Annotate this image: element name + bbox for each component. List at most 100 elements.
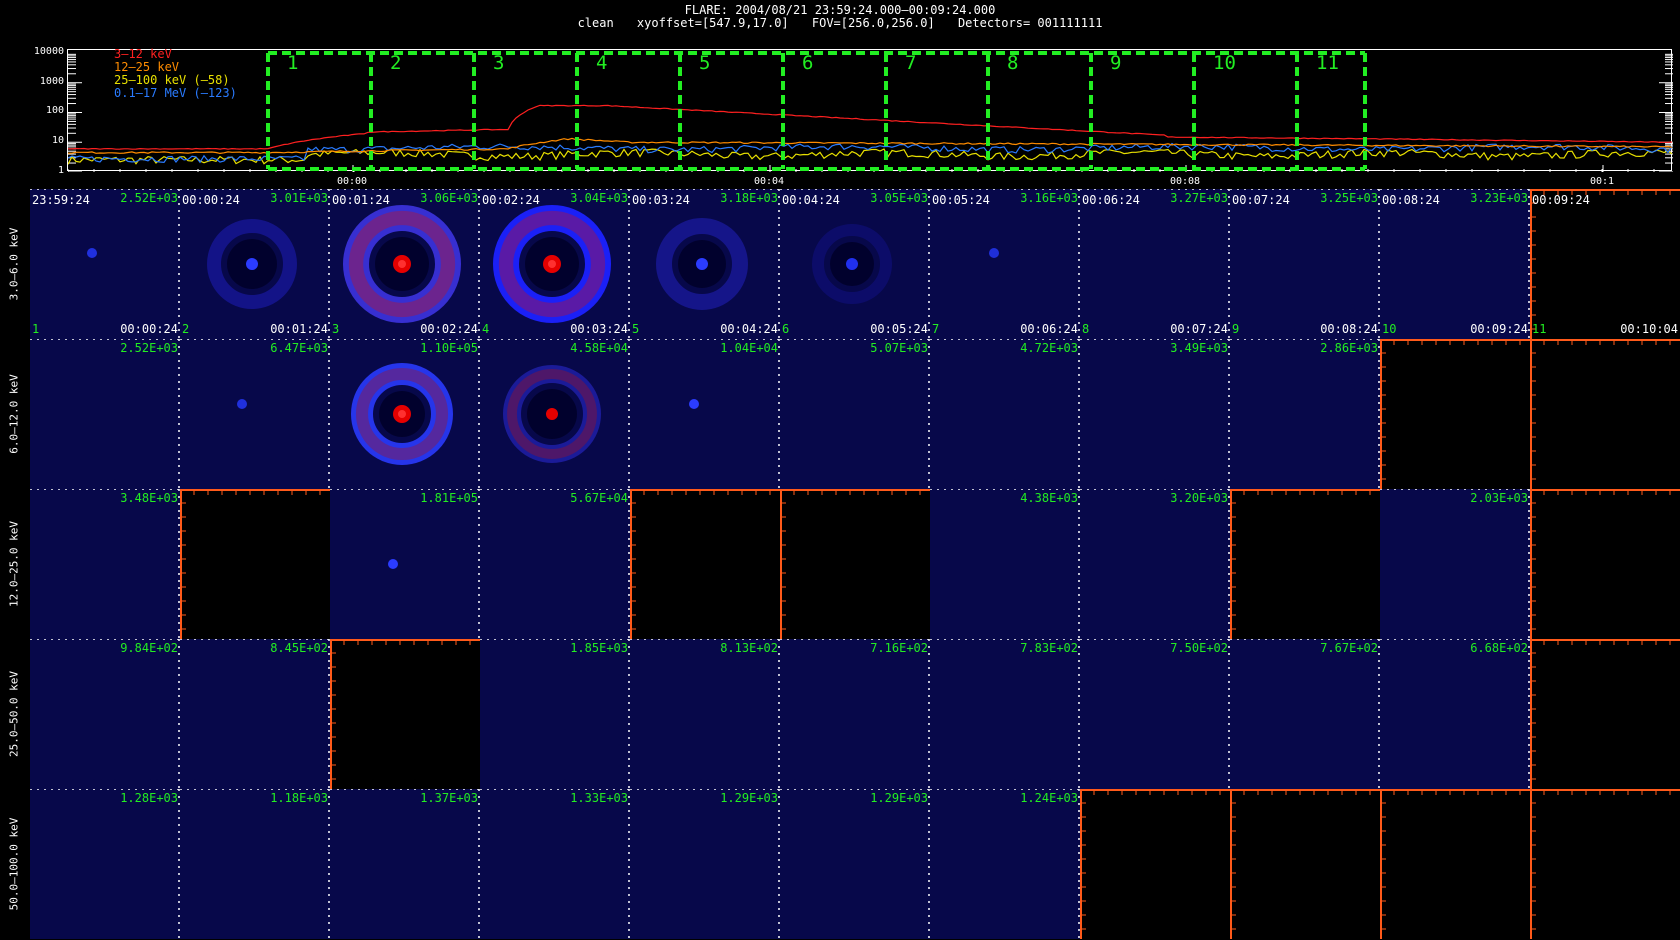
empty-image-panel[interactable]: 00:09:24 00:10:04 11 [1530,189,1680,339]
image-panel[interactable]: 7.83E+02 [930,639,1080,789]
image-panel[interactable]: 1.28E+03 [30,789,180,939]
interval-index: 7 [932,322,940,336]
image-canvas [180,639,330,788]
image-canvas [330,339,480,488]
interval-end-time: 00:06:24 [1020,322,1078,336]
image-panel[interactable]: 00:08:24 00:09:24 10 3.23E+03 [1380,189,1530,339]
energy-band-text: 6.0—12.0 keV [7,374,21,454]
empty-image-panel[interactable] [630,489,780,639]
image-panel[interactable]: 4.72E+03 [930,339,1080,489]
image-panel[interactable]: 8.45E+02 [180,639,330,789]
image-panel[interactable]: 5.07E+03 [780,339,930,489]
interval-number: 4 [596,52,608,74]
image-panel[interactable]: 5.67E+04 [480,489,630,639]
image-panel[interactable]: 1.33E+03 [480,789,630,939]
image-panel[interactable]: 1.04E+04 [630,339,780,489]
empty-image-panel[interactable] [1530,339,1680,489]
image-panel[interactable]: 2.52E+03 [30,339,180,489]
image-panel[interactable]: 3.20E+03 [1080,489,1230,639]
image-panel[interactable]: 00:00:24 00:01:24 2 3.01E+03 [180,189,330,339]
image-panel[interactable]: 4.58E+04 [480,339,630,489]
image-panel[interactable]: 00:02:24 00:03:24 4 3.04E+03 [480,189,630,339]
empty-image-panel[interactable] [1530,489,1680,639]
image-canvas [480,489,630,638]
peak-flux-label: 2.86E+03 [1320,341,1378,355]
image-panel[interactable]: 00:05:24 00:06:24 7 3.16E+03 [930,189,1080,339]
image-panel[interactable]: 3.49E+03 [1080,339,1230,489]
image-panel[interactable]: 00:04:24 00:05:24 6 3.05E+03 [780,189,930,339]
point-source [87,248,97,258]
image-panel[interactable]: 7.50E+02 [1080,639,1230,789]
image-canvas [1380,339,1530,489]
image-canvas [180,789,330,938]
image-panel[interactable]: 2.86E+03 [1230,339,1380,489]
image-canvas [1530,489,1680,639]
image-panel[interactable]: 1.18E+03 [180,789,330,939]
image-panel[interactable]: 8.13E+02 [630,639,780,789]
interval-start-time: 00:00:24 [182,193,240,207]
point-source [689,399,699,409]
empty-image-panel[interactable] [780,489,930,639]
empty-image-panel[interactable] [1230,489,1380,639]
detectors-label: Detectors= 001111111 [957,16,1103,30]
image-panel[interactable]: 1.29E+03 [780,789,930,939]
image-canvas [1380,489,1530,638]
image-canvas [930,489,1080,638]
image-panel[interactable]: 4.38E+03 [930,489,1080,639]
image-canvas [30,189,180,338]
point-source [696,258,708,270]
image-panel[interactable]: 6.68E+02 [1380,639,1530,789]
interval-index: 2 [182,322,190,336]
image-panel[interactable]: 3.48E+03 [30,489,180,639]
empty-image-panel[interactable] [330,639,480,789]
empty-image-panel[interactable] [1530,789,1680,939]
image-panel[interactable]: 00:03:24 00:04:24 5 3.18E+03 [630,189,780,339]
empty-image-panel[interactable] [1530,639,1680,789]
interval-end-time: 00:04:24 [720,322,778,336]
image-canvas [1230,339,1380,488]
interval-end-time: 00:00:24 [120,322,178,336]
image-panel[interactable]: 7.16E+02 [780,639,930,789]
peak-flux-label: 7.67E+02 [1320,641,1378,655]
peak-flux-label: 1.28E+03 [120,791,178,805]
peak-flux-label: 1.24E+03 [1020,791,1078,805]
image-canvas [630,489,780,639]
image-canvas [1080,489,1230,638]
interval-start-time: 00:08:24 [1382,193,1440,207]
image-panel[interactable]: 6.47E+03 [180,339,330,489]
empty-image-panel[interactable] [1080,789,1230,939]
peak-flux-label: 1.37E+03 [420,791,478,805]
interval-index: 9 [1232,322,1240,336]
image-panel[interactable]: 00:07:24 00:08:24 9 3.25E+03 [1230,189,1380,339]
energy-band-label: 12.0—25.0 keV [0,489,28,639]
image-panel[interactable]: 1.24E+03 [930,789,1080,939]
empty-image-panel[interactable] [1380,789,1530,939]
peak-flux-label: 8.13E+02 [720,641,778,655]
image-canvas [630,789,780,938]
interval-index: 1 [32,322,40,336]
image-panel[interactable]: 1.81E+05 [330,489,480,639]
interval-number: 5 [699,52,711,74]
peak-flux-label: 1.33E+03 [570,791,628,805]
empty-image-panel[interactable] [1380,339,1530,489]
image-panel[interactable]: 00:01:24 00:02:24 3 3.06E+03 [330,189,480,339]
empty-image-panel[interactable] [180,489,330,639]
y-tick-label: 1 [57,165,64,176]
image-canvas [30,789,180,938]
interval-index: 6 [782,322,790,336]
image-panel[interactable]: 1.85E+03 [480,639,630,789]
peak-flux-label: 6.47E+03 [270,341,328,355]
image-panel[interactable]: 9.84E+02 [30,639,180,789]
peak-flux-label: 3.18E+03 [720,191,778,205]
image-panel[interactable]: 23:59:24 00:00:24 1 2.52E+03 [30,189,180,339]
energy-band-label: 3.0—6.0 keV [0,189,28,339]
image-panel[interactable]: 1.29E+03 [630,789,780,939]
point-source-core [398,260,406,268]
image-panel[interactable]: 1.37E+03 [330,789,480,939]
image-panel[interactable]: 00:06:24 00:07:24 8 3.27E+03 [1080,189,1230,339]
interval-start-time: 00:01:24 [332,193,390,207]
image-panel[interactable]: 2.03E+03 [1380,489,1530,639]
empty-image-panel[interactable] [1230,789,1380,939]
image-panel[interactable]: 1.10E+05 [330,339,480,489]
image-panel[interactable]: 7.67E+02 [1230,639,1380,789]
